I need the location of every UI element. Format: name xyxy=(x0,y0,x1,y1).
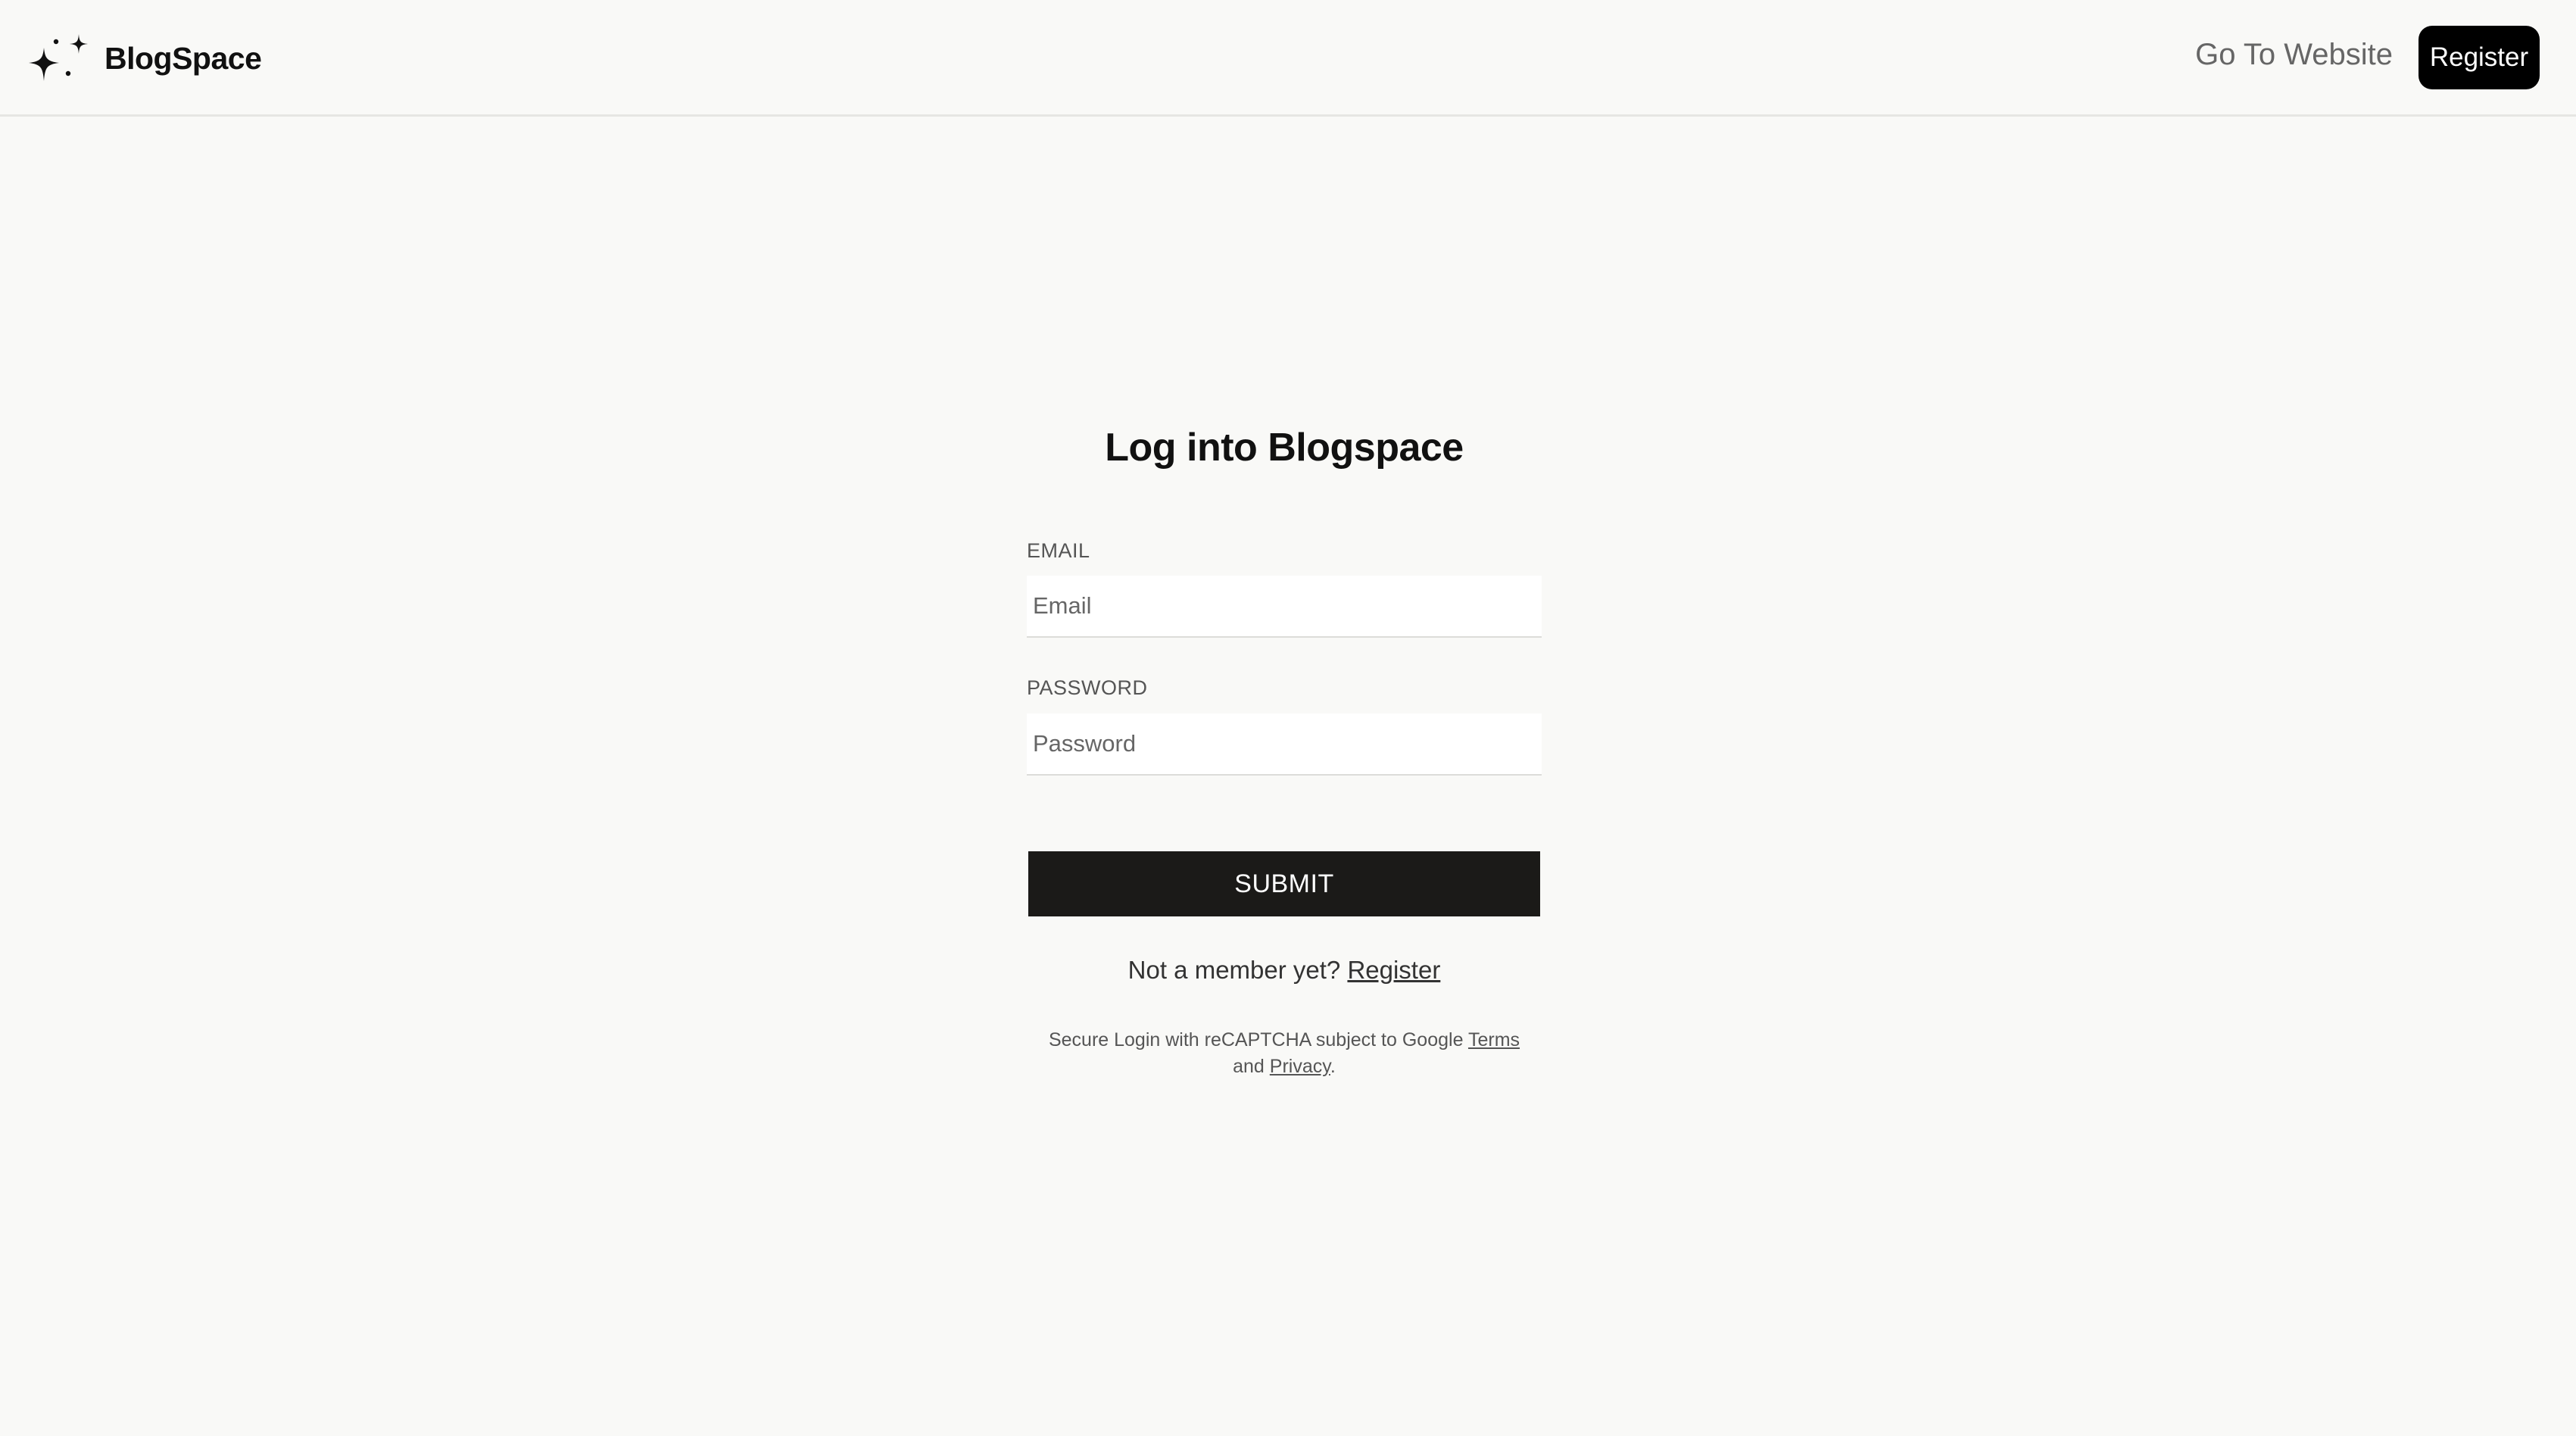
privacy-link[interactable]: Privacy xyxy=(1270,1056,1330,1077)
password-field[interactable] xyxy=(1027,713,1542,776)
register-link[interactable]: Register xyxy=(1347,956,1440,984)
register-prompt-text: Not a member yet? xyxy=(1127,956,1348,984)
recaptcha-and-text: and xyxy=(1233,1056,1270,1077)
register-prompt: Not a member yet? Register xyxy=(1027,956,1542,985)
recaptcha-notice: Secure Login with reCAPTCHA subject to G… xyxy=(1027,1027,1542,1080)
go-to-website-link[interactable]: Go To Website xyxy=(2195,38,2393,72)
recaptcha-period: . xyxy=(1330,1056,1336,1077)
brand-logo-link[interactable]: BlogSpace xyxy=(26,32,262,85)
brand-name: BlogSpace xyxy=(104,40,262,76)
recaptcha-text: Secure Login with reCAPTCHA subject to G… xyxy=(1048,1029,1468,1050)
sparkles-icon xyxy=(29,34,88,81)
terms-link[interactable]: Terms xyxy=(1468,1029,1520,1050)
register-button[interactable]: Register xyxy=(2419,26,2540,89)
login-form: Log into Blogspace EMAIL PASSWORD SUBMIT… xyxy=(1027,424,1542,1077)
top-navbar: BlogSpace Go To Website Register xyxy=(0,0,2576,117)
submit-button[interactable]: SUBMIT xyxy=(1028,851,1540,916)
page-title: Log into Blogspace xyxy=(1105,426,1464,470)
password-label: PASSWORD xyxy=(1027,676,1148,699)
email-label: EMAIL xyxy=(1027,539,1090,562)
email-field[interactable] xyxy=(1027,576,1542,638)
